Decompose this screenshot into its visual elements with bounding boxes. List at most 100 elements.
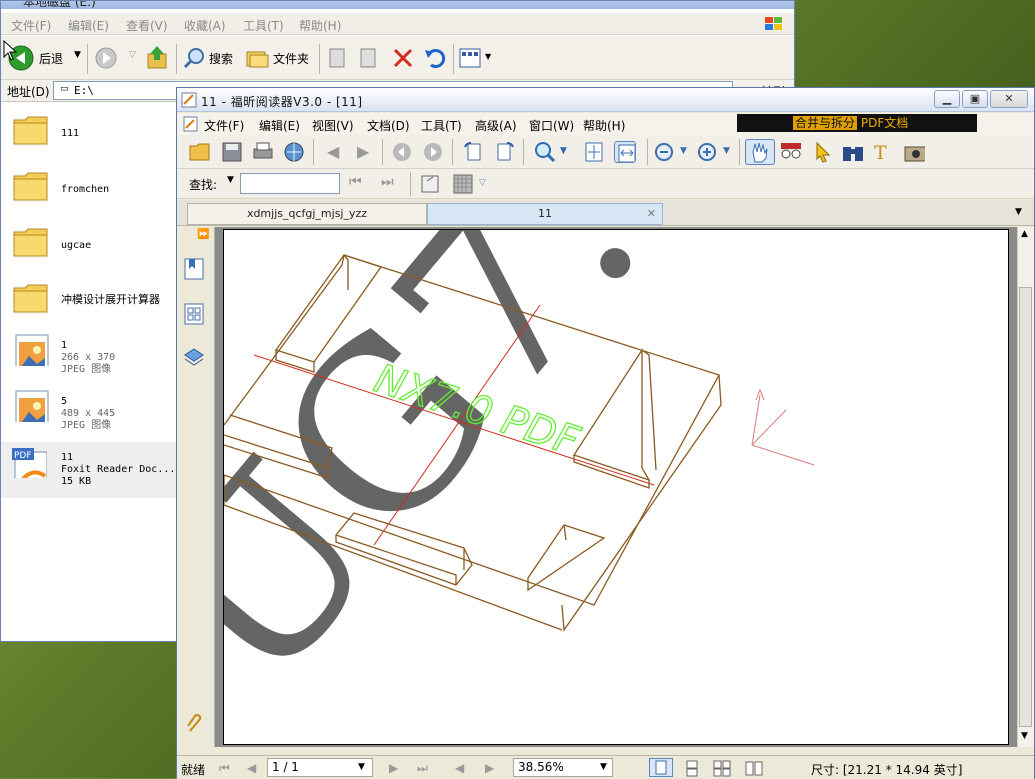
fit-page-icon[interactable] (583, 141, 605, 163)
next-page-icon[interactable]: ▶ (357, 142, 369, 161)
tab-11[interactable]: 11 ✕ (427, 203, 663, 225)
menu-edit[interactable]: 编辑(E) (259, 117, 300, 134)
list-item[interactable]: 5 489 x 445 JPEG 图像 (1, 386, 177, 442)
print-icon[interactable] (252, 141, 274, 163)
delete-icon[interactable] (391, 46, 415, 70)
pdf-page[interactable]: UG7.0 NX7.0 PDF (223, 229, 1009, 745)
list-item[interactable]: PDF 11 Foxit Reader Doc... 15 KB (1, 442, 177, 498)
tab-list-dropdown-icon[interactable]: ▼ (1015, 207, 1022, 217)
background-pattern-icon[interactable] (452, 173, 474, 195)
text-select-icon[interactable]: T (872, 141, 894, 163)
explorer-titlebar[interactable]: 本地磁盘 (E:) (1, 1, 794, 9)
go-back-icon[interactable] (391, 141, 413, 163)
note-icon[interactable] (419, 173, 441, 195)
menu-file[interactable]: 文件(F) (11, 17, 51, 34)
scroll-thumb[interactable] (1019, 287, 1032, 727)
first-page-icon[interactable]: ⏮ (219, 761, 230, 776)
search-icon[interactable] (182, 46, 206, 70)
page-number-input[interactable]: 1 / 1 ▼ (267, 758, 373, 777)
maximize-button[interactable]: ▣ (962, 90, 988, 108)
tab-close-icon[interactable]: ✕ (647, 204, 656, 224)
menu-advanced[interactable]: 高级(A) (475, 117, 517, 134)
menu-file[interactable]: 文件(F) (204, 117, 244, 134)
folders-button[interactable]: 文件夹 (273, 50, 309, 67)
forward-dropdown-icon[interactable]: ▽ (129, 50, 136, 60)
list-item[interactable]: 111 (1, 106, 177, 162)
move-to-icon[interactable] (327, 46, 349, 70)
hand-tool-icon[interactable] (745, 139, 775, 165)
menu-view[interactable]: 查看(V) (126, 17, 168, 34)
menu-favorites[interactable]: 收藏(A) (184, 17, 226, 34)
bookmarks-icon[interactable] (183, 257, 205, 281)
zoom-icon[interactable] (534, 141, 556, 163)
scroll-down-icon[interactable]: ▼ (1021, 731, 1028, 741)
list-item[interactable]: 1 266 x 370 JPEG 图像 (1, 330, 177, 386)
layers-icon[interactable] (183, 347, 205, 369)
tab-xdmjjs[interactable]: xdmjjs_qcfgj_mjsj_yzz (187, 203, 427, 225)
forward-arrow-icon[interactable] (94, 46, 118, 70)
list-item[interactable]: 冲模设计展开计算器 (1, 274, 177, 330)
rotate-left-icon[interactable] (463, 141, 485, 163)
scroll-up-icon[interactable]: ▲ (1021, 229, 1028, 239)
forward-view-icon[interactable]: ▶ (485, 761, 494, 775)
pattern-dropdown-icon[interactable]: ▽ (479, 178, 486, 188)
camera-icon[interactable] (903, 141, 925, 163)
zoom-out-dropdown-icon[interactable]: ▼ (680, 146, 687, 156)
find-input[interactable] (240, 173, 340, 194)
menu-window[interactable]: 窗口(W) (529, 117, 574, 134)
last-page-icon[interactable]: ⏭ (417, 761, 428, 776)
zoom-in-dropdown-icon[interactable]: ▼ (723, 146, 730, 156)
zoom-level-dropdown-icon[interactable]: ▼ (600, 762, 607, 772)
select-arrow-icon[interactable] (813, 141, 835, 163)
views-icon[interactable] (459, 48, 481, 68)
document-menu-icon[interactable] (183, 116, 199, 132)
foxit-titlebar[interactable]: 11 - 福昕阅读器V3.0 - [11] ▁ ▣ ✕ (177, 88, 1034, 112)
menu-edit[interactable]: 编辑(E) (68, 17, 109, 34)
zoom-level-input[interactable]: 38.56% ▼ (513, 758, 613, 777)
fit-width-icon[interactable] (614, 141, 636, 163)
promo-banner[interactable]: 合并与拆分 PDF文档 (737, 114, 977, 132)
menu-tools[interactable]: 工具(T) (421, 117, 462, 134)
back-dropdown-icon[interactable]: ▼ (74, 50, 81, 60)
find-next-icon[interactable]: ⏭ (381, 174, 394, 190)
attachments-icon[interactable] (185, 713, 205, 735)
menu-tools[interactable]: 工具(T) (243, 17, 284, 34)
menu-view[interactable]: 视图(V) (312, 117, 354, 134)
document-view[interactable]: UG7.0 NX7.0 PDF (215, 227, 1020, 747)
close-button[interactable]: ✕ (990, 90, 1028, 108)
next-page-status-icon[interactable]: ▶ (389, 761, 398, 775)
folders-icon[interactable] (245, 46, 269, 70)
menu-document[interactable]: 文档(D) (367, 117, 410, 134)
continuous-facing-view-icon[interactable] (743, 760, 765, 777)
snapshot-glasses-icon[interactable] (780, 141, 802, 163)
zoom-out-icon[interactable] (654, 141, 676, 163)
menu-help[interactable]: 帮助(H) (299, 17, 341, 34)
continuous-view-icon[interactable] (681, 760, 703, 777)
menu-help[interactable]: 帮助(H) (583, 117, 625, 134)
page-thumbnails-icon[interactable] (183, 302, 205, 326)
page-dropdown-icon[interactable]: ▼ (358, 762, 365, 772)
vertical-scrollbar[interactable]: ▲ ▼ (1017, 227, 1034, 747)
single-page-view-button[interactable] (649, 758, 673, 777)
previous-page-icon[interactable]: ◀ (327, 142, 339, 161)
copy-to-icon[interactable] (358, 46, 380, 70)
rotate-right-icon[interactable] (493, 141, 515, 163)
up-folder-icon[interactable] (146, 44, 170, 70)
facing-view-icon[interactable] (711, 760, 733, 777)
open-folder-icon[interactable] (189, 141, 211, 163)
search-button[interactable]: 搜索 (209, 50, 233, 67)
zoom-dropdown-icon[interactable]: ▼ (560, 146, 567, 156)
email-icon[interactable] (283, 141, 305, 163)
list-item[interactable]: ugcae (1, 218, 177, 274)
undo-icon[interactable] (423, 46, 447, 70)
list-item[interactable]: fromchen (1, 162, 177, 218)
find-previous-icon[interactable]: ⏮ (349, 174, 362, 190)
expand-sidebar-icon[interactable]: ⏩ (197, 229, 209, 240)
find-binoculars-icon[interactable] (841, 141, 863, 163)
save-icon[interactable] (221, 141, 243, 163)
back-button[interactable]: 后退 (39, 50, 63, 67)
back-view-icon[interactable]: ◀ (455, 761, 464, 775)
zoom-in-icon[interactable] (697, 141, 719, 163)
find-options-dropdown-icon[interactable]: ▼ (227, 175, 234, 185)
minimize-button[interactable]: ▁ (934, 90, 960, 108)
